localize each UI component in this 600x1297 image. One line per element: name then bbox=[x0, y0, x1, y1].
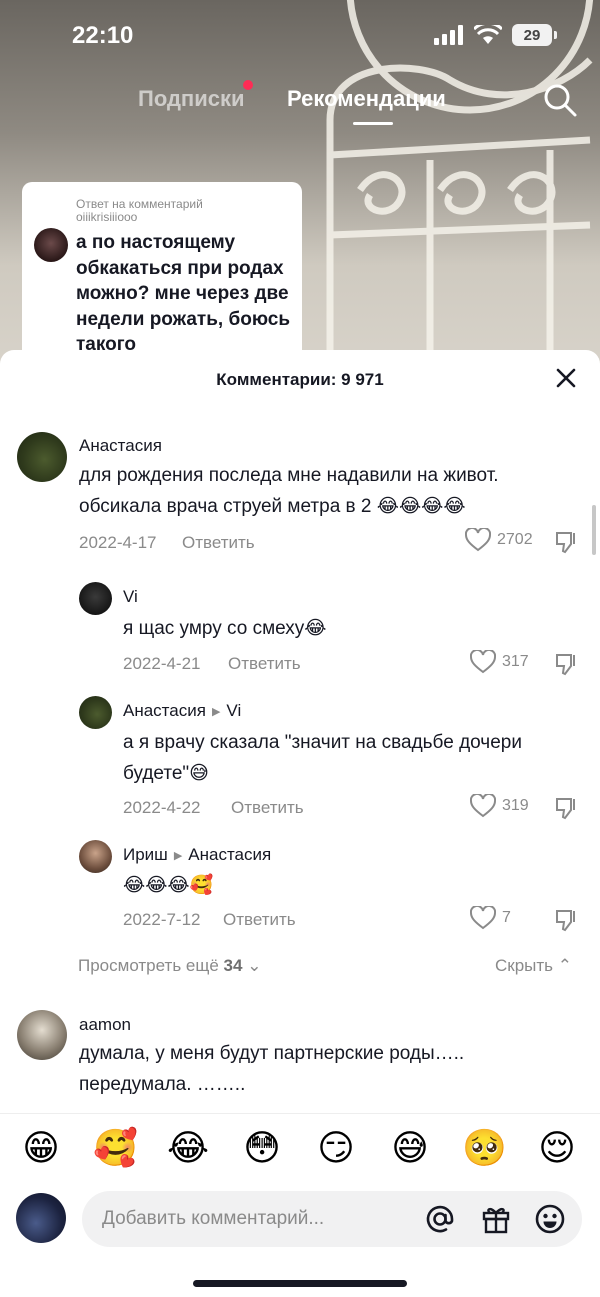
feed-tabs: Подписки Рекомендации bbox=[0, 80, 600, 126]
comment-author-name: Анастасия bbox=[123, 701, 206, 720]
comment-author-name: Ириш bbox=[123, 845, 168, 864]
like-count: 317 bbox=[502, 653, 529, 670]
comment-author-name: Анастасия bbox=[79, 436, 162, 455]
emoji-button[interactable]: 😅 bbox=[388, 1126, 432, 1170]
avatar bbox=[34, 228, 68, 262]
reply-arrow-icon: ▶ bbox=[173, 849, 183, 862]
avatar[interactable] bbox=[17, 1010, 67, 1060]
emoji-button[interactable]: 😁 bbox=[19, 1126, 63, 1170]
comment-author[interactable]: Vi bbox=[123, 587, 138, 607]
close-icon[interactable] bbox=[554, 366, 578, 390]
signal-icon bbox=[434, 25, 463, 45]
reply-card-text: а по настоящему обкакаться при родах мож… bbox=[76, 232, 291, 355]
gift-icon[interactable] bbox=[480, 1203, 512, 1235]
view-more-count: 34 bbox=[223, 956, 243, 975]
like-count: 7 bbox=[502, 909, 511, 926]
heart-icon bbox=[465, 528, 491, 552]
chevron-up-icon: ⌃ bbox=[557, 956, 572, 975]
comment-author-name: Vi bbox=[123, 587, 138, 606]
status-time: 22:10 bbox=[72, 22, 134, 49]
active-tab-indicator bbox=[353, 122, 393, 125]
like-button[interactable]: 7 bbox=[470, 906, 511, 930]
comment-author[interactable]: Ириш ▶ Анастасия bbox=[123, 845, 271, 865]
comments-title: Комментарии: 9 971 bbox=[216, 370, 384, 389]
reply-button[interactable]: Ответить bbox=[231, 798, 304, 818]
dislike-icon[interactable] bbox=[554, 530, 578, 554]
dislike-icon[interactable] bbox=[554, 796, 578, 820]
reply-button[interactable]: Ответить bbox=[182, 533, 255, 553]
status-bar: 22:10 29 bbox=[0, 0, 600, 70]
like-button[interactable]: 2702 bbox=[465, 528, 533, 552]
like-count: 319 bbox=[502, 797, 529, 814]
status-icons: 29 bbox=[434, 24, 557, 46]
like-count: 2702 bbox=[497, 531, 533, 548]
battery-indicator: 29 bbox=[512, 24, 557, 46]
avatar[interactable] bbox=[79, 696, 112, 729]
like-button[interactable]: 319 bbox=[470, 794, 529, 818]
reply-to-name: Анастасия bbox=[188, 845, 272, 864]
comment-author[interactable]: aamon bbox=[79, 1015, 131, 1035]
tab-following[interactable]: Подписки bbox=[138, 80, 253, 112]
comment-date: 2022-4-22 bbox=[123, 798, 201, 817]
search-icon[interactable] bbox=[542, 82, 578, 118]
avatar[interactable] bbox=[16, 1193, 66, 1243]
avatar[interactable] bbox=[17, 432, 67, 482]
comment-author[interactable]: Анастасия ▶ Vi bbox=[123, 701, 241, 721]
tab-recommended[interactable]: Рекомендации bbox=[287, 86, 446, 112]
comment-date: 2022-7-12 bbox=[123, 910, 201, 929]
comment-input-bar: 😁 🥰 😂 😳 😏 😅 🥺 😌 bbox=[0, 1113, 600, 1297]
dislike-icon[interactable] bbox=[554, 908, 578, 932]
heart-icon bbox=[470, 650, 496, 674]
comment-author-name: aamon bbox=[79, 1015, 131, 1034]
comment-text: а я врачу сказала "значит на свадьбе доч… bbox=[123, 732, 522, 784]
comment-text: думала, у меня будут партнерские роды…..… bbox=[79, 1043, 465, 1095]
reply-button[interactable]: Ответить bbox=[228, 654, 301, 674]
reply-to-name: Vi bbox=[226, 701, 242, 720]
comment-text: для рождения последа мне надавили на жив… bbox=[79, 465, 499, 517]
emoji-button[interactable]: 😂 bbox=[166, 1126, 210, 1170]
comments-header: Комментарии: 9 971 bbox=[0, 350, 600, 408]
avatar[interactable] bbox=[79, 582, 112, 615]
emoji-button[interactable]: 😏 bbox=[314, 1126, 358, 1170]
view-more-label: Просмотреть ещё bbox=[78, 956, 219, 975]
emoji-button[interactable]: 😳 bbox=[240, 1126, 284, 1170]
wifi-icon bbox=[474, 25, 502, 44]
tab-following-label: Подписки bbox=[138, 86, 245, 111]
like-button[interactable]: 317 bbox=[470, 650, 529, 674]
reply-card-meta: Ответ на комментарий oiiikrisiiiooo bbox=[76, 198, 203, 224]
comment-text: 😂😂😂🥰 bbox=[123, 875, 214, 896]
comment-input-container[interactable] bbox=[82, 1191, 582, 1247]
reply-card-username: oiiikrisiiiooo bbox=[76, 210, 138, 224]
heart-icon bbox=[470, 794, 496, 818]
reply-to-comment-card[interactable]: Ответ на комментарий oiiikrisiiiooo а по… bbox=[22, 182, 302, 362]
dislike-icon[interactable] bbox=[554, 652, 578, 676]
comment-text: я щас умру со смеху😂 bbox=[123, 618, 327, 639]
comment-date: 2022-4-17 bbox=[79, 533, 157, 552]
avatar[interactable] bbox=[79, 840, 112, 873]
emoji-button[interactable]: 🥰 bbox=[93, 1126, 138, 1170]
tab-recommended-label: Рекомендации bbox=[287, 86, 446, 111]
home-indicator[interactable] bbox=[193, 1280, 407, 1287]
quick-emoji-row: 😁 🥰 😂 😳 😏 😅 🥺 😌 bbox=[0, 1126, 600, 1174]
view-more-replies-button[interactable]: Просмотреть ещё 34 ⌄ bbox=[78, 956, 261, 976]
hide-replies-button[interactable]: Скрыть ⌃ bbox=[495, 956, 572, 976]
comment-author[interactable]: Анастасия bbox=[79, 436, 162, 456]
scrollbar[interactable] bbox=[592, 505, 596, 555]
comment-input[interactable] bbox=[102, 1191, 402, 1247]
reply-button[interactable]: Ответить bbox=[223, 910, 296, 930]
chevron-down-icon: ⌄ bbox=[247, 956, 262, 975]
emoji-button[interactable]: 🥺 bbox=[462, 1126, 507, 1170]
notification-dot bbox=[242, 80, 253, 90]
at-icon[interactable] bbox=[424, 1203, 456, 1235]
reply-arrow-icon: ▶ bbox=[211, 705, 221, 718]
hide-label: Скрыть bbox=[494, 956, 554, 975]
comment-date: 2022-4-21 bbox=[123, 654, 201, 673]
heart-icon bbox=[470, 906, 496, 930]
emoji-button[interactable]: 😌 bbox=[535, 1126, 579, 1170]
emoji-icon[interactable] bbox=[534, 1203, 566, 1235]
